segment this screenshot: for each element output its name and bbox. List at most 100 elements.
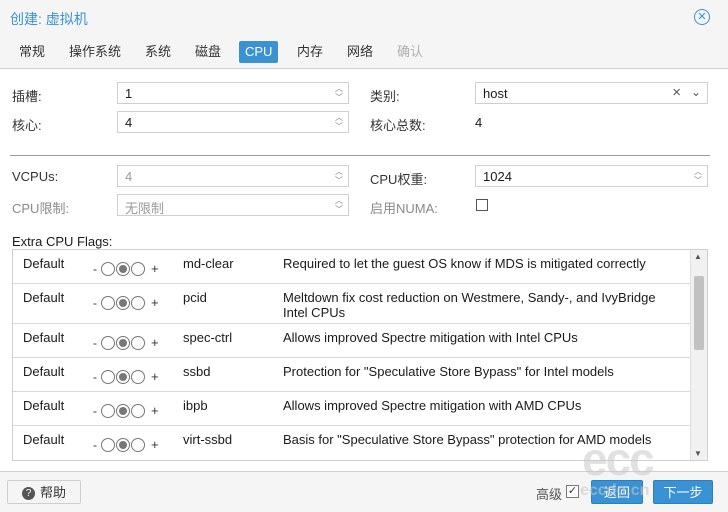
radio-off[interactable] [101, 336, 115, 350]
total-cores-label: 核心总数: [370, 118, 426, 133]
spinner-icon[interactable]: ︿ ﹀ [333, 167, 345, 185]
tab-general[interactable]: 常规 [13, 41, 51, 63]
cpu-limit-value: 无限制 [125, 201, 165, 216]
radio-on[interactable] [131, 438, 145, 452]
plus-icon: + [151, 295, 159, 310]
tristate-toggle[interactable]: - + [93, 261, 163, 278]
flags-title: Extra CPU Flags: [12, 234, 113, 249]
radio-off[interactable] [101, 296, 115, 310]
tristate-toggle[interactable]: - + [93, 403, 163, 420]
plus-icon: + [151, 261, 159, 276]
cpu-flags-grid: Default - + md-clear Required to let the … [12, 249, 708, 461]
radio-on[interactable] [131, 336, 145, 350]
tristate-toggle[interactable]: - + [93, 437, 163, 454]
help-label: 帮助 [39, 485, 66, 500]
flag-name: pcid [183, 290, 207, 305]
clear-icon[interactable]: × [672, 84, 681, 101]
close-icon[interactable]: ✕ [694, 9, 710, 25]
minus-icon: - [93, 404, 97, 418]
radio-default[interactable] [116, 262, 130, 276]
watermark-logo: ecc [582, 433, 655, 485]
radio-off[interactable] [101, 370, 115, 384]
flag-state: Default [23, 364, 65, 379]
spinner-icon[interactable]: ︿ ﹀ [333, 84, 345, 102]
flag-description: Protection for "Speculative Store Bypass… [283, 364, 614, 379]
table-row: Default - + md-clear Required to let the … [13, 250, 691, 284]
flag-description: Meltdown fix cost reduction on Westmere,… [283, 290, 656, 320]
divider [10, 155, 710, 156]
tab-memory[interactable]: 内存 [291, 41, 329, 63]
cpu-weight-value: 1024 [483, 169, 512, 184]
spinner-icon[interactable]: ︿ ﹀ [692, 167, 704, 185]
tab-bar: 常规 操作系统 系统 磁盘 CPU 内存 网络 确认 [0, 36, 728, 69]
flag-name: ibpb [183, 398, 208, 413]
table-row: Default - + pcid Meltdown fix cost reduct… [13, 284, 691, 324]
radio-on[interactable] [131, 370, 145, 384]
spinner-icon[interactable]: ︿ ﹀ [333, 113, 345, 131]
minus-icon: - [93, 262, 97, 276]
table-row: Default - + spec-ctrl Allows improved Spe… [13, 324, 691, 358]
advanced-checkbox[interactable]: ✓ [566, 485, 579, 498]
cpu-type-select[interactable]: host × ⌄ [475, 82, 708, 104]
cpu-weight-field[interactable]: 1024 ︿ ﹀ [475, 165, 708, 187]
spinner-icon[interactable]: ︿ ﹀ [333, 196, 345, 214]
cores-value: 4 [125, 115, 133, 130]
table-row: Default - + ssbd Protection for "Speculat… [13, 358, 691, 392]
next-button[interactable]: 下一步 [653, 480, 713, 504]
radio-default[interactable] [116, 336, 130, 350]
vcpus-field[interactable]: 4 ︿ ﹀ [117, 165, 349, 187]
minus-icon: - [93, 296, 97, 310]
vertical-scrollbar[interactable]: ▲ ▼ [690, 250, 707, 460]
scroll-down-icon[interactable]: ▼ [694, 449, 702, 458]
help-button[interactable]: ? 帮助 [7, 480, 81, 504]
plus-icon: + [151, 437, 159, 452]
radio-default[interactable] [116, 404, 130, 418]
tab-cpu[interactable]: CPU [239, 41, 279, 63]
flag-description: Allows improved Spectre mitigation with … [283, 330, 578, 345]
cpu-panel: 插槽: 1 ︿ ﹀ 核心: 4 ︿ ﹀ 类别: host × ⌄ 核心总数: 4 V… [0, 69, 728, 471]
flag-description: Required to let the guest OS know if MDS… [283, 256, 646, 271]
flag-state: Default [23, 398, 65, 413]
type-label: 类别: [370, 89, 400, 104]
numa-checkbox[interactable] [476, 199, 488, 211]
tab-network[interactable]: 网络 [341, 41, 379, 63]
plus-icon: + [151, 403, 159, 418]
tab-confirm: 确认 [397, 44, 424, 59]
radio-default[interactable] [116, 296, 130, 310]
flag-name: ssbd [183, 364, 211, 379]
cpu-type-value: host [483, 86, 508, 101]
radio-default[interactable] [116, 438, 130, 452]
tab-disk[interactable]: 磁盘 [189, 41, 227, 63]
tristate-toggle[interactable]: - + [93, 295, 163, 312]
radio-off[interactable] [101, 262, 115, 276]
radio-default[interactable] [116, 370, 130, 384]
cores-label: 核心: [12, 118, 42, 133]
tristate-toggle[interactable]: - + [93, 335, 163, 352]
plus-icon: + [151, 369, 159, 384]
numa-label: 启用NUMA: [370, 201, 438, 216]
flag-state: Default [23, 432, 65, 447]
chevron-down-icon[interactable]: ⌄ [691, 85, 701, 99]
advanced-label: 高级 [536, 487, 563, 502]
radio-on[interactable] [131, 404, 145, 418]
flag-state: Default [23, 256, 65, 271]
cpu-limit-label: CPU限制: [12, 201, 70, 216]
plus-icon: + [151, 335, 159, 350]
sockets-label: 插槽: [12, 89, 42, 104]
sockets-field[interactable]: 1 ︿ ﹀ [117, 82, 349, 104]
cores-field[interactable]: 4 ︿ ﹀ [117, 111, 349, 133]
flag-state: Default [23, 290, 65, 305]
cpu-weight-label: CPU权重: [370, 172, 428, 187]
tab-system[interactable]: 系统 [139, 41, 177, 63]
flag-name: spec-ctrl [183, 330, 233, 345]
cpu-limit-field[interactable]: 无限制 ︿ ﹀ [117, 194, 349, 216]
radio-off[interactable] [101, 438, 115, 452]
radio-on[interactable] [131, 262, 145, 276]
title-bar: 创建: 虚拟机 ✕ [0, 0, 728, 36]
tab-os[interactable]: 操作系统 [63, 41, 127, 63]
scrollbar-thumb[interactable] [694, 276, 704, 350]
radio-off[interactable] [101, 404, 115, 418]
scroll-up-icon[interactable]: ▲ [694, 252, 702, 261]
tristate-toggle[interactable]: - + [93, 369, 163, 386]
radio-on[interactable] [131, 296, 145, 310]
